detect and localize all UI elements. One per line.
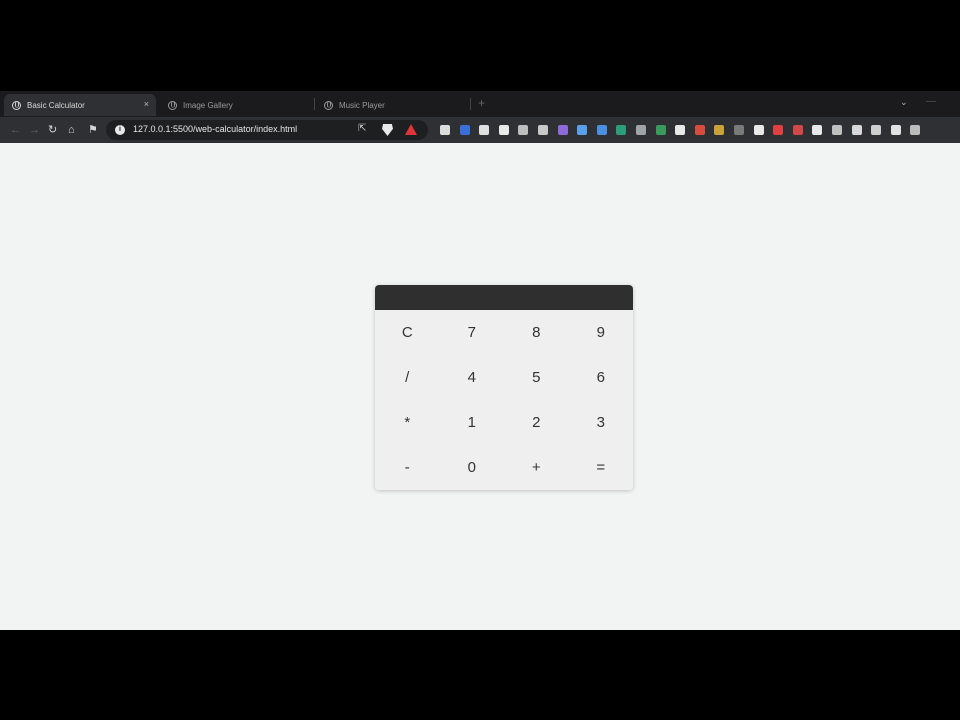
- extension-icon[interactable]: [675, 125, 685, 135]
- extension-icon[interactable]: [479, 125, 489, 135]
- clear-button[interactable]: C: [375, 310, 440, 355]
- key-7-button[interactable]: 7: [439, 310, 504, 355]
- tab-basic-calculator[interactable]: Basic Calculator ×: [4, 94, 156, 116]
- reload-button[interactable]: ↻: [48, 123, 57, 137]
- home-button[interactable]: ⌂: [68, 123, 75, 137]
- tab-search-button[interactable]: ⌄: [900, 97, 908, 108]
- extension-icon[interactable]: [636, 125, 646, 135]
- extension-icon[interactable]: [577, 125, 587, 135]
- key-0-button[interactable]: 0: [439, 445, 504, 490]
- calculator-display: [375, 285, 633, 310]
- extension-icon[interactable]: [460, 125, 470, 135]
- info-icon[interactable]: i: [115, 125, 125, 135]
- tab-image-gallery[interactable]: Image Gallery: [160, 94, 310, 116]
- key-1-button[interactable]: 1: [439, 400, 504, 445]
- key-9-button[interactable]: 9: [568, 310, 633, 355]
- calculator-keypad: C 7 8 9 / 4 5 6 * 1 2 3 - 0 + =: [375, 310, 633, 490]
- key-6-button[interactable]: 6: [568, 355, 633, 400]
- globe-icon: [168, 100, 177, 110]
- extension-icon[interactable]: [440, 125, 450, 135]
- equals-button[interactable]: =: [568, 445, 633, 490]
- extension-icon[interactable]: [695, 125, 705, 135]
- extension-icon[interactable]: [734, 125, 744, 135]
- brave-shields-icon[interactable]: [382, 124, 393, 136]
- share-icon[interactable]: ⇱: [358, 123, 366, 134]
- forward-button[interactable]: →: [29, 123, 40, 137]
- extension-icon[interactable]: [852, 125, 862, 135]
- divide-button[interactable]: /: [375, 355, 440, 400]
- browser-window: Basic Calculator × Image Gallery Music P…: [0, 91, 960, 630]
- extension-icon[interactable]: [910, 125, 920, 135]
- extension-icon[interactable]: [832, 125, 842, 135]
- tab-music-player[interactable]: Music Player: [316, 94, 466, 116]
- key-8-button[interactable]: 8: [504, 310, 569, 355]
- add-button[interactable]: +: [504, 445, 569, 490]
- key-2-button[interactable]: 2: [504, 400, 569, 445]
- extension-icon[interactable]: [597, 125, 607, 135]
- extension-icon[interactable]: [793, 125, 803, 135]
- extension-icon[interactable]: [558, 125, 568, 135]
- tab-separator: [470, 98, 471, 110]
- tab-label: Music Player: [339, 100, 385, 110]
- extension-icon[interactable]: [616, 125, 626, 135]
- subtract-button[interactable]: -: [375, 445, 440, 490]
- extension-icon[interactable]: [812, 125, 822, 135]
- extension-icon[interactable]: [518, 125, 528, 135]
- extension-icon[interactable]: [538, 125, 548, 135]
- calculator: C 7 8 9 / 4 5 6 * 1 2 3 - 0 + =: [375, 285, 633, 490]
- key-5-button[interactable]: 5: [504, 355, 569, 400]
- back-button[interactable]: ←: [10, 123, 21, 137]
- browser-toolbar: ← → ↻ ⌂ ⚑ i 127.0.0.1:5500/web-calculato…: [0, 117, 960, 143]
- video-frame: Basic Calculator × Image Gallery Music P…: [0, 0, 960, 720]
- extension-icon[interactable]: [754, 125, 764, 135]
- key-3-button[interactable]: 3: [568, 400, 633, 445]
- bookmark-button[interactable]: ⚑: [88, 123, 98, 137]
- brave-rewards-icon[interactable]: [405, 124, 417, 135]
- extension-icon[interactable]: [499, 125, 509, 135]
- globe-icon: [324, 100, 333, 110]
- extension-icon[interactable]: [656, 125, 666, 135]
- minimize-button[interactable]: —: [926, 96, 936, 107]
- extension-icon[interactable]: [871, 125, 881, 135]
- tab-strip: Basic Calculator × Image Gallery Music P…: [0, 91, 960, 117]
- address-bar[interactable]: i 127.0.0.1:5500/web-calculator/index.ht…: [106, 120, 428, 140]
- key-4-button[interactable]: 4: [439, 355, 504, 400]
- globe-icon: [12, 100, 21, 110]
- extension-icon[interactable]: [773, 125, 783, 135]
- close-tab-icon[interactable]: ×: [144, 99, 149, 109]
- extension-icon[interactable]: [714, 125, 724, 135]
- tab-label: Image Gallery: [183, 100, 233, 110]
- extension-icon[interactable]: [891, 125, 901, 135]
- tab-separator: [314, 98, 315, 110]
- page-content: C 7 8 9 / 4 5 6 * 1 2 3 - 0 + =: [0, 143, 960, 630]
- tab-label: Basic Calculator: [27, 100, 85, 110]
- new-tab-button[interactable]: +: [478, 96, 485, 110]
- url-text[interactable]: 127.0.0.1:5500/web-calculator/index.html: [133, 124, 297, 134]
- multiply-button[interactable]: *: [375, 400, 440, 445]
